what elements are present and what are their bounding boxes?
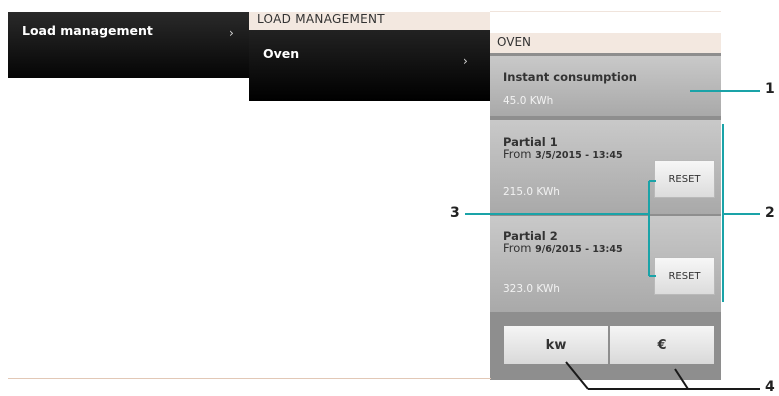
callout-line-4b [674,368,689,390]
callout-number-4: 4 [765,379,775,395]
callout-number-1: 1 [765,81,775,97]
callout-number-3: 3 [450,205,460,221]
callout-number-2: 2 [765,205,775,221]
callout-lines [465,90,760,390]
callout-line-4a [565,361,589,390]
